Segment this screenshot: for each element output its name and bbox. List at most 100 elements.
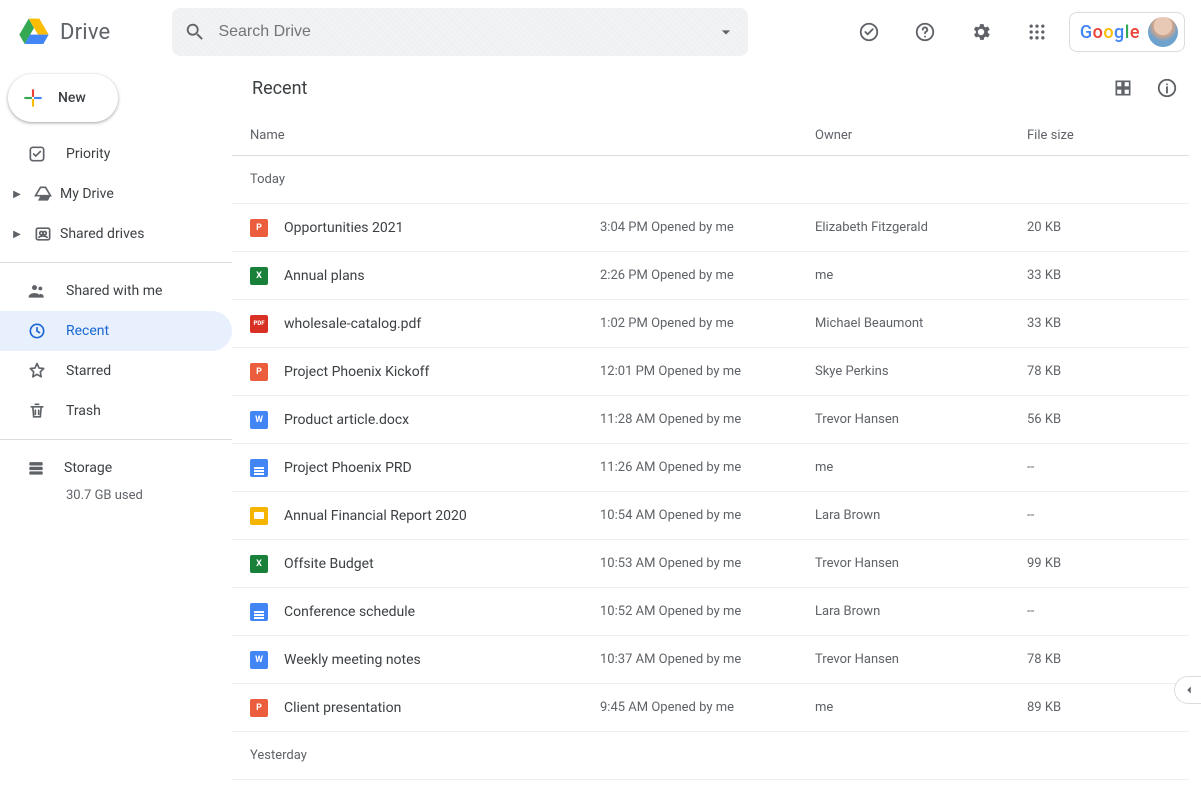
nav-label: Trash: [66, 403, 101, 419]
file-type-icon: [250, 267, 268, 285]
file-type-icon: [250, 507, 268, 525]
file-name: Annual plans: [284, 268, 365, 284]
help-icon[interactable]: [901, 8, 949, 56]
file-type-icon: [250, 315, 268, 333]
column-headers: Name Owner File size: [232, 116, 1189, 156]
file-size: 33 KB: [1027, 268, 1189, 283]
nav-starred[interactable]: Starred: [0, 351, 232, 391]
file-type-icon: [250, 699, 268, 717]
drive-brand[interactable]: Drive: [8, 16, 120, 48]
plus-icon: [20, 85, 46, 111]
file-type-icon: [250, 363, 268, 381]
file-row[interactable]: Product article.docx11:28 AM Opened by m…: [232, 396, 1189, 444]
my-drive-icon: [32, 184, 54, 204]
file-row[interactable]: Weekly meeting notes 10:37 AM Opened by m…: [232, 636, 1189, 684]
search-icon: [184, 21, 206, 43]
col-name[interactable]: Name: [250, 128, 600, 143]
caret-icon: ▶: [8, 229, 26, 240]
file-row[interactable]: Offsite Budget10:53 AM Opened by meTrevo…: [232, 540, 1189, 588]
grid-view-icon[interactable]: [1101, 66, 1145, 110]
file-row[interactable]: Conference schedule 10:52 AM Opened by me…: [232, 588, 1189, 636]
shared-drives-icon: [32, 224, 54, 244]
ready-offline-icon[interactable]: [845, 8, 893, 56]
new-button[interactable]: New: [8, 74, 118, 122]
file-owner: Lara Brown: [815, 604, 1027, 619]
file-row[interactable]: Project Phoenix Kickoff12:01 PM Opened b…: [232, 348, 1189, 396]
file-modified: 10:53 AM Opened by me: [600, 556, 815, 571]
col-owner[interactable]: Owner: [815, 128, 1027, 143]
file-name: Product article.docx: [284, 412, 409, 428]
col-size[interactable]: File size: [1027, 128, 1189, 143]
storage-label: Storage: [64, 460, 112, 476]
section-header: Today: [232, 156, 1189, 204]
nav-shared-drives[interactable]: ▶ Shared drives: [0, 214, 232, 254]
search-bar[interactable]: [172, 8, 748, 56]
nav-label: Shared drives: [60, 226, 144, 242]
file-size: 33 KB: [1027, 316, 1189, 331]
nav-label: Shared with me: [66, 283, 162, 299]
file-size: --: [1027, 508, 1189, 523]
file-name: Opportunities 2021: [284, 220, 403, 236]
search-input[interactable]: [218, 23, 716, 41]
file-modified: 10:52 AM Opened by me: [600, 604, 815, 619]
file-modified: 9:45 AM Opened by me: [600, 700, 815, 715]
nav-trash[interactable]: Trash: [0, 391, 232, 431]
file-size: --: [1027, 460, 1189, 475]
file-row[interactable]: Opportunities 20213:04 PM Opened by meEl…: [232, 204, 1189, 252]
apps-icon[interactable]: [1013, 8, 1061, 56]
file-name: Annual Financial Report 2020: [284, 508, 467, 524]
storage-icon: [26, 458, 46, 478]
nav-label: My Drive: [60, 186, 114, 202]
details-icon[interactable]: [1145, 66, 1189, 110]
file-type-icon: [250, 603, 268, 621]
file-row[interactable]: Annual plans 2:26 PM Opened by meme33 KB: [232, 252, 1189, 300]
file-modified: 10:37 AM Opened by me: [600, 652, 815, 667]
trash-icon: [26, 401, 48, 421]
file-name: Conference schedule: [284, 604, 415, 620]
nav-priority[interactable]: Priority: [0, 134, 232, 174]
file-row[interactable]: wholesale-catalog.pdf1:02 PM Opened by m…: [232, 300, 1189, 348]
file-row[interactable]: Annual Financial Report 2020 10:54 AM Ope…: [232, 492, 1189, 540]
nav-storage-link[interactable]: Storage: [26, 448, 232, 488]
nav-shared-with-me[interactable]: Shared with me: [0, 271, 232, 311]
file-name: Weekly meeting notes: [284, 652, 421, 668]
settings-icon[interactable]: [957, 8, 1005, 56]
file-owner: Skye Perkins: [815, 364, 1027, 379]
side-panel-toggle[interactable]: [1174, 676, 1201, 704]
file-owner: me: [815, 268, 1027, 283]
file-list: TodayOpportunities 20213:04 PM Opened by…: [232, 156, 1189, 780]
nav: Priority ▶ My Drive ▶ Shared drives Shar…: [0, 134, 232, 503]
nav-recent[interactable]: Recent: [0, 311, 232, 351]
header: Drive Google: [0, 0, 1201, 64]
main: Recent Name Owner File size TodayOpportu…: [232, 64, 1201, 798]
file-size: 99 KB: [1027, 556, 1189, 571]
file-size: 20 KB: [1027, 220, 1189, 235]
file-owner: Lara Brown: [815, 508, 1027, 523]
file-size: 78 KB: [1027, 364, 1189, 379]
star-icon: [26, 361, 48, 381]
file-size: --: [1027, 604, 1189, 619]
file-modified: 10:54 AM Opened by me: [600, 508, 815, 523]
file-name: Client presentation: [284, 700, 401, 716]
file-row[interactable]: Client presentation9:45 AM Opened by mem…: [232, 684, 1189, 732]
file-modified: 12:01 PM Opened by me: [600, 364, 815, 379]
google-logo: Google: [1080, 22, 1140, 43]
file-name: Offsite Budget: [284, 556, 374, 572]
nav-my-drive[interactable]: ▶ My Drive: [0, 174, 232, 214]
file-owner: Trevor Hansen: [815, 652, 1027, 667]
file-modified: 11:26 AM Opened by me: [600, 460, 815, 475]
file-size: 89 KB: [1027, 700, 1189, 715]
file-type-icon: [250, 555, 268, 573]
account-chip[interactable]: Google: [1069, 12, 1185, 52]
shared-with-me-icon: [26, 281, 48, 301]
file-modified: 1:02 PM Opened by me: [600, 316, 815, 331]
new-button-label: New: [58, 90, 86, 106]
file-row[interactable]: Project Phoenix PRD 11:26 AM Opened by me…: [232, 444, 1189, 492]
file-owner: Trevor Hansen: [815, 412, 1027, 427]
file-type-icon: [250, 459, 268, 477]
file-type-icon: [250, 219, 268, 237]
file-name: Project Phoenix PRD: [284, 460, 412, 476]
file-modified: 2:26 PM Opened by me: [600, 268, 815, 283]
search-options-icon[interactable]: [716, 22, 736, 42]
section-header: Yesterday: [232, 732, 1189, 780]
